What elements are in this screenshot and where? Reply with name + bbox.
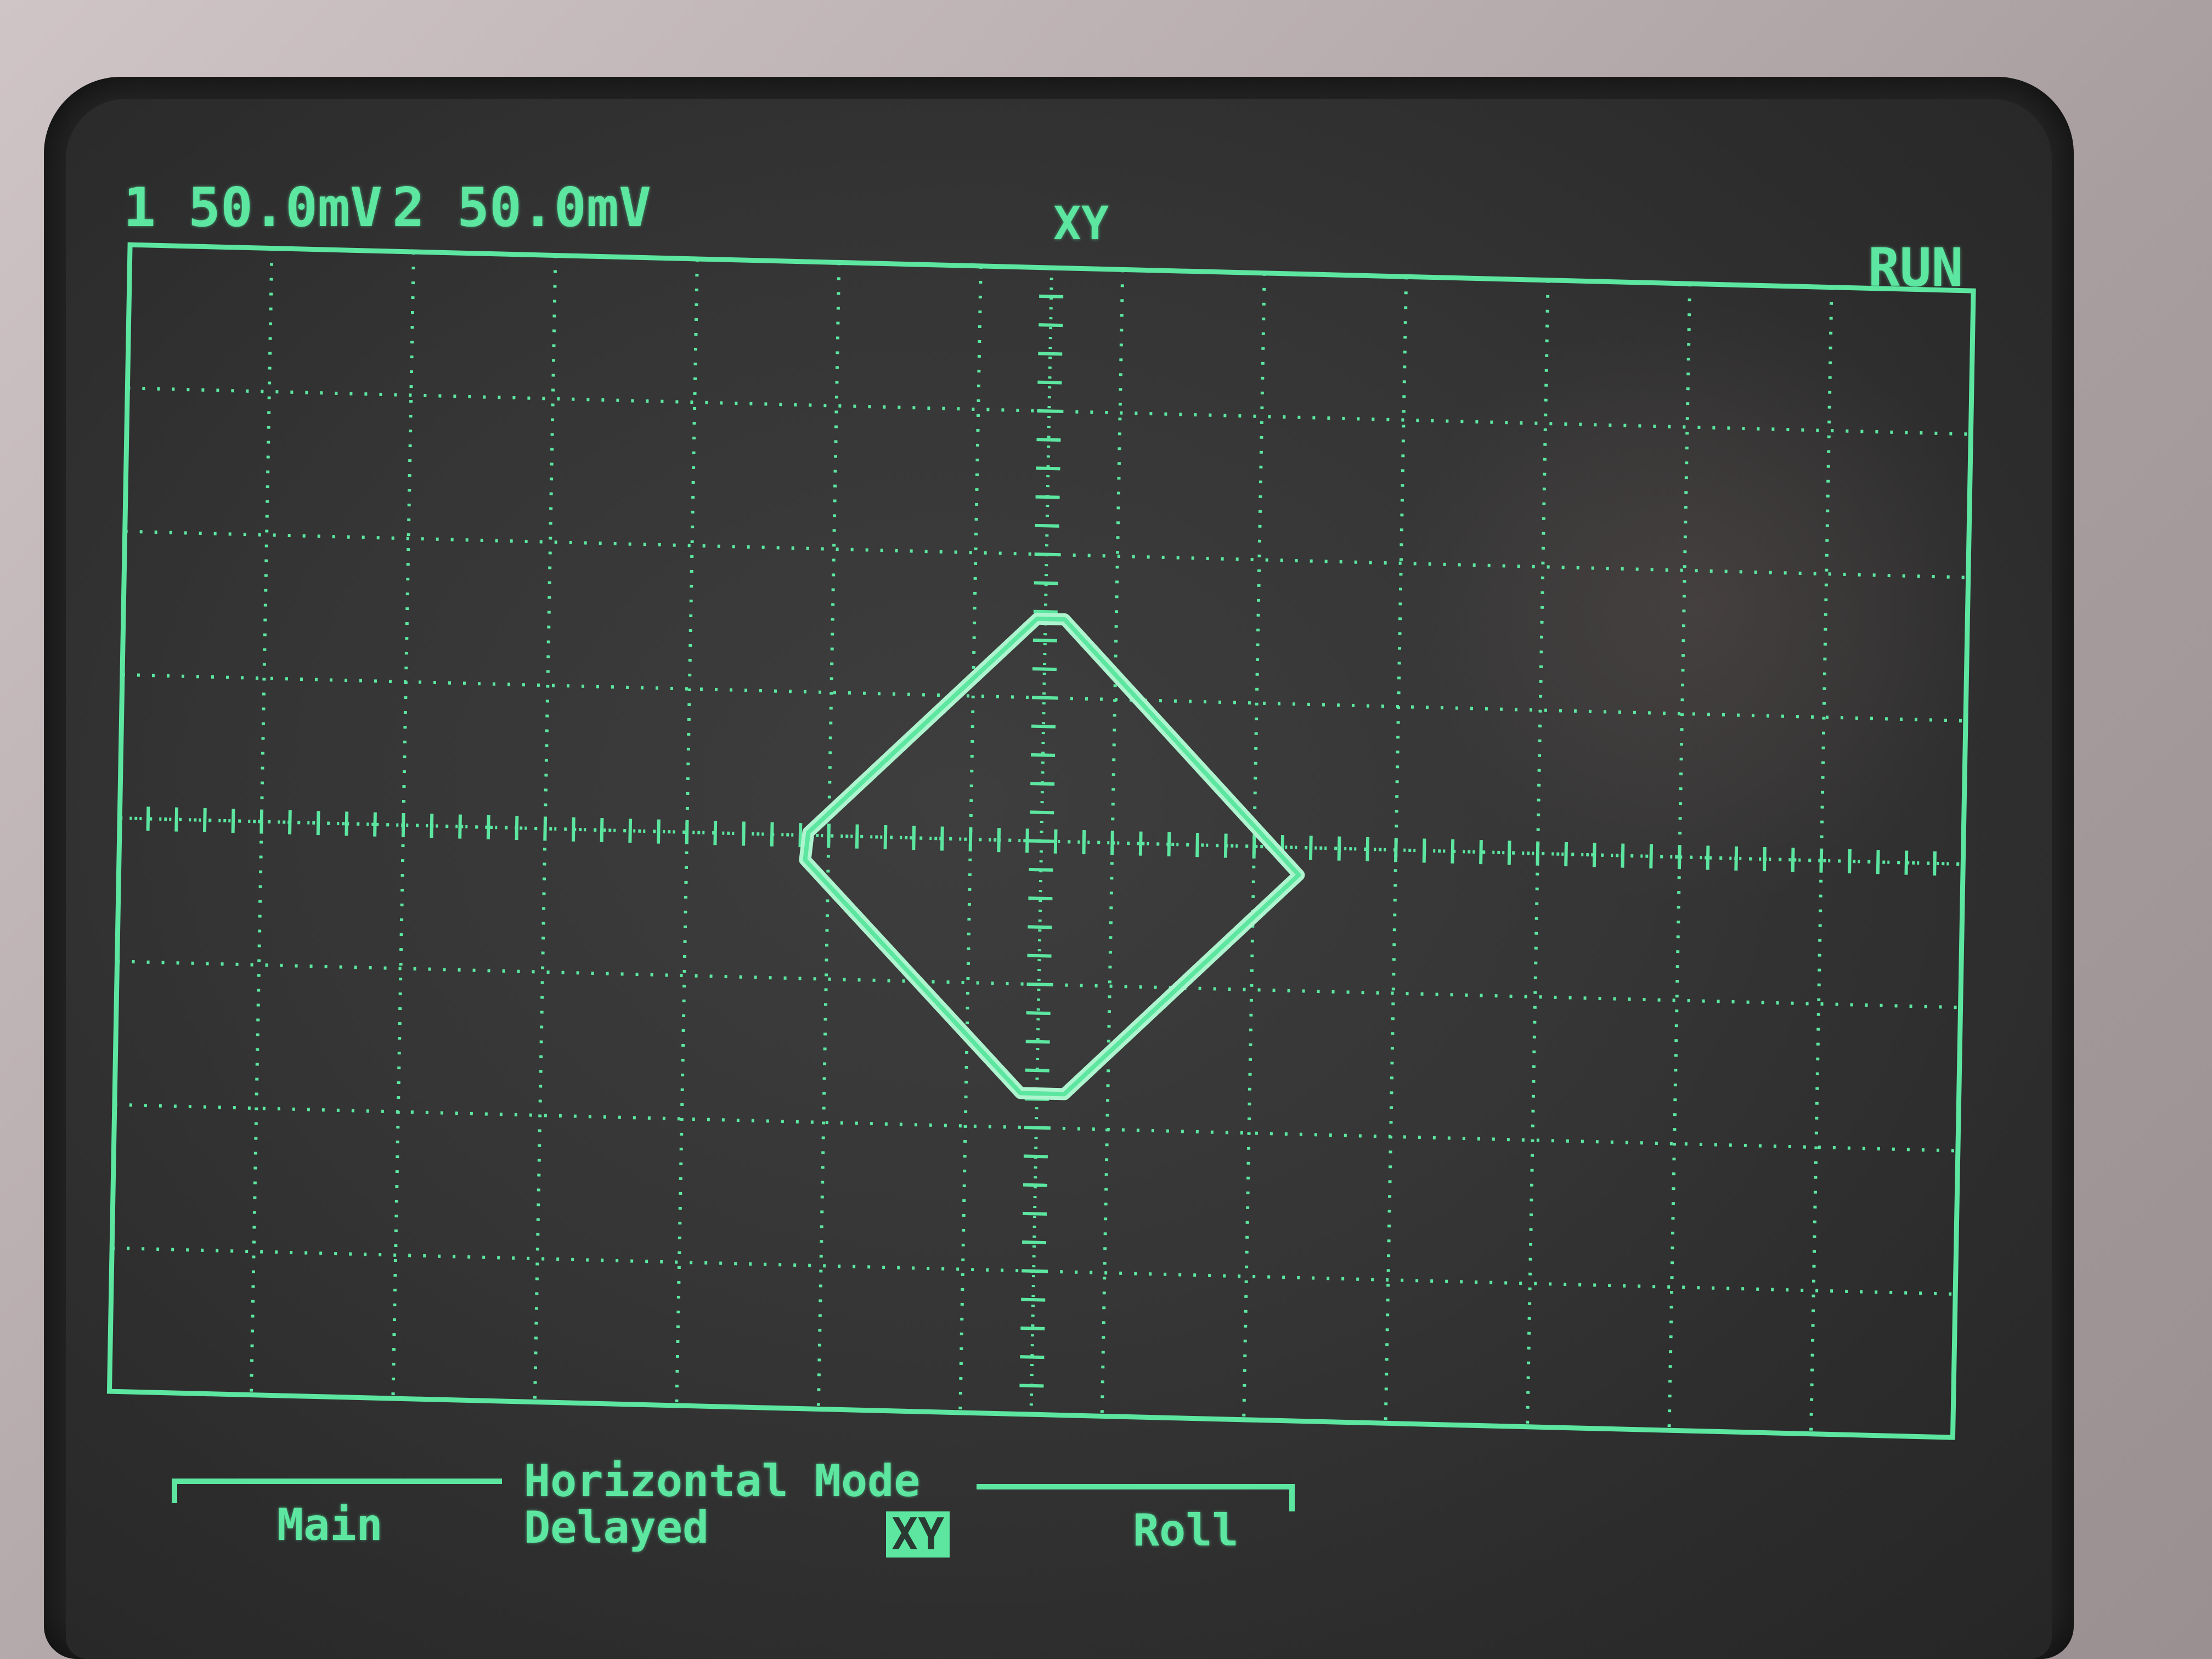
- axis-tick: [742, 821, 746, 846]
- axis-tick: [174, 807, 179, 832]
- axis-tick: [1037, 380, 1062, 385]
- axis-tick: [1019, 1384, 1044, 1388]
- axis-tick: [940, 826, 944, 851]
- axis-tick: [1020, 1326, 1045, 1330]
- xy-trace-core: [803, 616, 1301, 1097]
- axis-tick: [1029, 839, 1054, 843]
- axis-tick: [1763, 847, 1767, 872]
- axis-tick: [1022, 1240, 1047, 1245]
- channel-1-scale: 1 50.0mV: [123, 177, 383, 239]
- axis-tick: [1507, 840, 1511, 865]
- softkey-roll[interactable]: Roll: [1133, 1509, 1239, 1553]
- axis-tick: [1025, 828, 1029, 853]
- axis-tick: [997, 828, 1001, 853]
- axis-tick: [1422, 838, 1426, 863]
- axis-tick: [571, 817, 575, 842]
- axis-tick: [1026, 982, 1051, 986]
- axis-tick: [1031, 724, 1056, 729]
- axis-tick: [1592, 843, 1596, 867]
- axis-tick: [1036, 466, 1060, 471]
- xy-trace: [799, 612, 1305, 1101]
- axis-tick: [1034, 552, 1059, 557]
- axis-tick: [430, 814, 434, 838]
- softkey-group-title: Horizontal Mode: [524, 1455, 921, 1506]
- axis-tick: [1023, 1183, 1048, 1187]
- display-mode-title: XY: [1053, 196, 1109, 250]
- axis-tick: [1032, 638, 1057, 642]
- axis-tick: [1110, 831, 1114, 855]
- axis-tick: [231, 809, 235, 833]
- axis-tick: [883, 825, 888, 850]
- softkey-xy-selected[interactable]: XY: [886, 1511, 950, 1558]
- axis-tick: [1038, 352, 1063, 356]
- axis-tick: [1031, 696, 1057, 700]
- channel-2-scale: 2 50.0mV: [392, 177, 652, 239]
- axis-tick: [1025, 1040, 1050, 1044]
- axis-tick: [316, 811, 320, 836]
- axis-tick: [968, 827, 973, 851]
- axis-tick: [1024, 1126, 1048, 1130]
- axis-tick: [1025, 1068, 1049, 1073]
- axis-tick: [1677, 845, 1681, 870]
- axis-tick: [912, 826, 916, 850]
- axis-tick: [1039, 294, 1064, 298]
- axis-tick: [1848, 849, 1852, 874]
- axis-tick: [146, 806, 150, 831]
- softkey-delayed[interactable]: Delayed: [524, 1506, 709, 1550]
- axis-tick: [1028, 896, 1053, 901]
- axis-tick: [259, 809, 264, 834]
- run-status-indicator: RUN: [1868, 237, 1963, 298]
- axis-tick: [1036, 438, 1061, 442]
- axis-tick: [1195, 833, 1199, 857]
- axis-tick: [1337, 836, 1341, 861]
- axis-tick: [1536, 841, 1540, 866]
- axis-tick: [827, 823, 831, 848]
- axis-tick: [1252, 834, 1256, 859]
- axis-tick: [401, 812, 405, 838]
- axis-tick: [1365, 837, 1370, 862]
- axis-tick: [345, 811, 349, 836]
- axis-tick: [1933, 851, 1937, 876]
- center-axes: [120, 268, 1965, 1415]
- axis-tick: [486, 815, 490, 840]
- axis-tick: [1035, 495, 1060, 499]
- axis-tick: [657, 819, 661, 844]
- softkey-main[interactable]: Main: [277, 1503, 383, 1547]
- axis-tick: [1451, 839, 1455, 864]
- axis-tick: [1030, 782, 1055, 786]
